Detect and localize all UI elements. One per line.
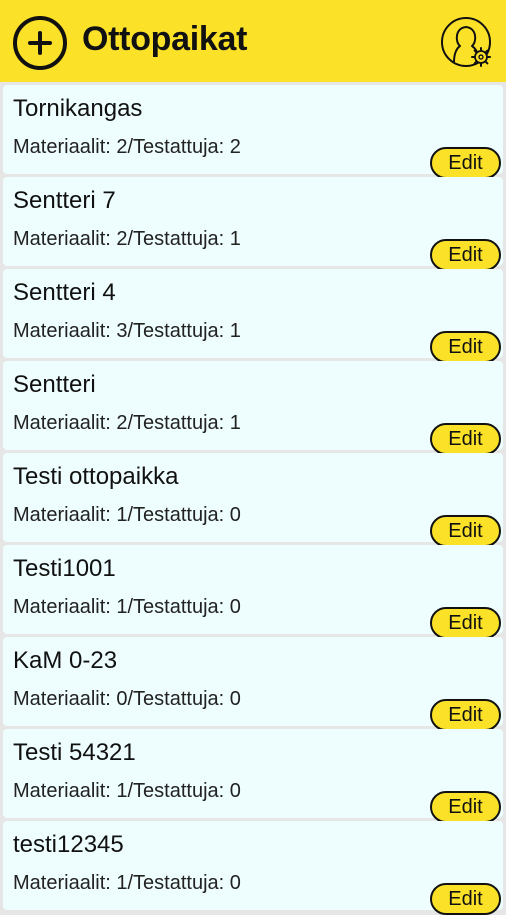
list-item[interactable]: Tornikangas Materiaalit: 2/Testattuja: 2… bbox=[3, 85, 503, 179]
location-stats: Materiaalit: 2/Testattuja: 1 bbox=[13, 412, 241, 434]
list-item[interactable]: KaM 0-23 Materiaalit: 0/Testattuja: 0 Ed… bbox=[3, 637, 503, 731]
location-stats: Materiaalit: 2/Testattuja: 1 bbox=[13, 228, 241, 250]
list-item[interactable]: Testi1001 Materiaalit: 1/Testattuja: 0 E… bbox=[3, 545, 503, 639]
edit-button[interactable]: Edit bbox=[430, 607, 501, 639]
location-name: Sentteri bbox=[13, 371, 96, 398]
location-stats: Materiaalit: 1/Testattuja: 0 bbox=[13, 872, 241, 894]
location-name: testi12345 bbox=[13, 831, 124, 858]
edit-button[interactable]: Edit bbox=[430, 515, 501, 547]
list-item[interactable]: testi12345 Materiaalit: 1/Testattuja: 0 … bbox=[3, 821, 503, 915]
location-name: Testi1001 bbox=[13, 555, 116, 582]
user-settings-icon bbox=[441, 17, 491, 67]
list-item[interactable]: Sentteri 7 Materiaalit: 2/Testattuja: 1 … bbox=[3, 177, 503, 271]
edit-button[interactable]: Edit bbox=[430, 423, 501, 455]
list-item[interactable]: Testi ottopaikka Materiaalit: 1/Testattu… bbox=[3, 453, 503, 547]
list-item[interactable]: Sentteri 4 Materiaalit: 3/Testattuja: 1 … bbox=[3, 269, 503, 363]
edit-button[interactable]: Edit bbox=[430, 883, 501, 915]
list-item[interactable]: Testi 54321 Materiaalit: 1/Testattuja: 0… bbox=[3, 729, 503, 823]
location-name: Tornikangas bbox=[13, 95, 143, 122]
location-name: Sentteri 4 bbox=[13, 279, 116, 306]
location-name: Testi ottopaikka bbox=[13, 463, 179, 490]
location-name: Sentteri 7 bbox=[13, 187, 116, 214]
location-name: Testi 54321 bbox=[13, 739, 136, 766]
edit-button[interactable]: Edit bbox=[430, 791, 501, 823]
add-location-button[interactable] bbox=[13, 16, 67, 70]
location-name: KaM 0-23 bbox=[13, 647, 118, 674]
location-stats: Materiaalit: 3/Testattuja: 1 bbox=[13, 320, 241, 342]
edit-button[interactable]: Edit bbox=[430, 331, 501, 363]
edit-button[interactable]: Edit bbox=[430, 147, 501, 179]
location-list: Tornikangas Materiaalit: 2/Testattuja: 2… bbox=[0, 82, 506, 915]
location-stats: Materiaalit: 1/Testattuja: 0 bbox=[13, 780, 241, 802]
list-item[interactable]: Sentteri Materiaalit: 2/Testattuja: 1 Ed… bbox=[3, 361, 503, 455]
location-stats: Materiaalit: 0/Testattuja: 0 bbox=[13, 688, 241, 710]
location-stats: Materiaalit: 2/Testattuja: 2 bbox=[13, 136, 241, 158]
page-title: Ottopaikat bbox=[82, 20, 248, 58]
edit-button[interactable]: Edit bbox=[430, 699, 501, 731]
app-header: Ottopaikat bbox=[0, 0, 506, 82]
profile-settings-button[interactable] bbox=[440, 15, 494, 71]
edit-button[interactable]: Edit bbox=[430, 239, 501, 271]
location-stats: Materiaalit: 1/Testattuja: 0 bbox=[13, 596, 241, 618]
location-stats: Materiaalit: 1/Testattuja: 0 bbox=[13, 504, 241, 526]
